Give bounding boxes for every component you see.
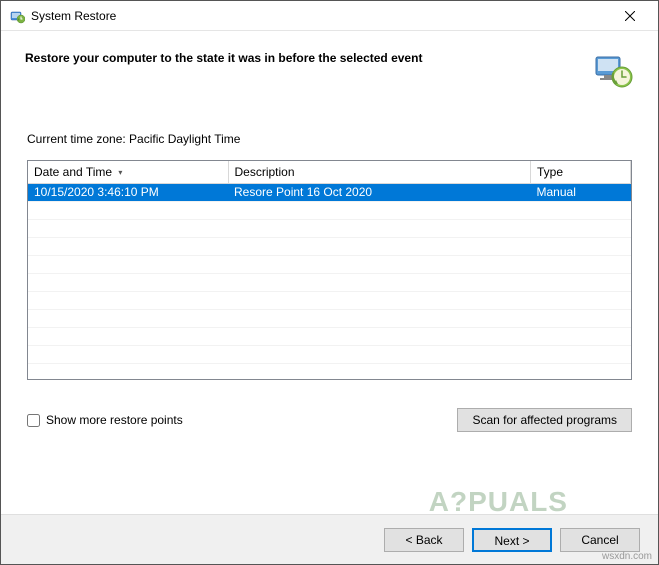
window-title: System Restore: [31, 9, 610, 23]
close-button[interactable]: [610, 2, 650, 30]
timezone-label: Current time zone: Pacific Daylight Time: [27, 132, 632, 146]
table-header-row: Date and Time ▾ Description Type: [28, 161, 631, 183]
back-button[interactable]: < Back: [384, 528, 464, 552]
table-row: [28, 345, 631, 363]
close-icon: [625, 11, 635, 21]
column-header-type[interactable]: Type: [531, 161, 631, 183]
wizard-footer: < Back Next > Cancel: [1, 514, 658, 564]
column-label: Description: [235, 165, 295, 179]
header: Restore your computer to the state it wa…: [1, 31, 658, 116]
show-more-label[interactable]: Show more restore points: [46, 413, 183, 427]
below-table-controls: Show more restore points Scan for affect…: [27, 408, 632, 432]
restore-icon: [9, 8, 25, 24]
table-row: [28, 309, 631, 327]
table-row: [28, 273, 631, 291]
column-label: Type: [537, 165, 563, 179]
restore-points-table[interactable]: Date and Time ▾ Description Type 10/15/2…: [27, 160, 632, 380]
cell-date: 10/15/2020 3:46:10 PM: [28, 183, 228, 201]
table-row[interactable]: 10/15/2020 3:46:10 PM Resore Point 16 Oc…: [28, 183, 631, 201]
page-heading: Restore your computer to the state it wa…: [25, 51, 422, 65]
column-label: Date and Time: [34, 165, 112, 179]
next-button[interactable]: Next >: [472, 528, 552, 552]
cancel-button[interactable]: Cancel: [560, 528, 640, 552]
scan-affected-button[interactable]: Scan for affected programs: [457, 408, 632, 432]
table-row: [28, 237, 631, 255]
show-more-checkbox-wrap[interactable]: Show more restore points: [27, 413, 183, 427]
cell-desc: Resore Point 16 Oct 2020: [228, 183, 531, 201]
sort-desc-icon: ▾: [118, 168, 122, 177]
titlebar: System Restore: [1, 1, 658, 31]
table-row: [28, 291, 631, 309]
show-more-checkbox[interactable]: [27, 414, 40, 427]
table-row: [28, 327, 631, 345]
table-row: [28, 219, 631, 237]
content-panel: Current time zone: Pacific Daylight Time…: [15, 116, 644, 444]
table-row: [28, 255, 631, 273]
column-header-date[interactable]: Date and Time ▾: [28, 161, 228, 183]
cell-type: Manual: [531, 183, 631, 201]
table-row: [28, 201, 631, 219]
restore-large-icon: [592, 49, 634, 91]
column-header-description[interactable]: Description: [228, 161, 531, 183]
